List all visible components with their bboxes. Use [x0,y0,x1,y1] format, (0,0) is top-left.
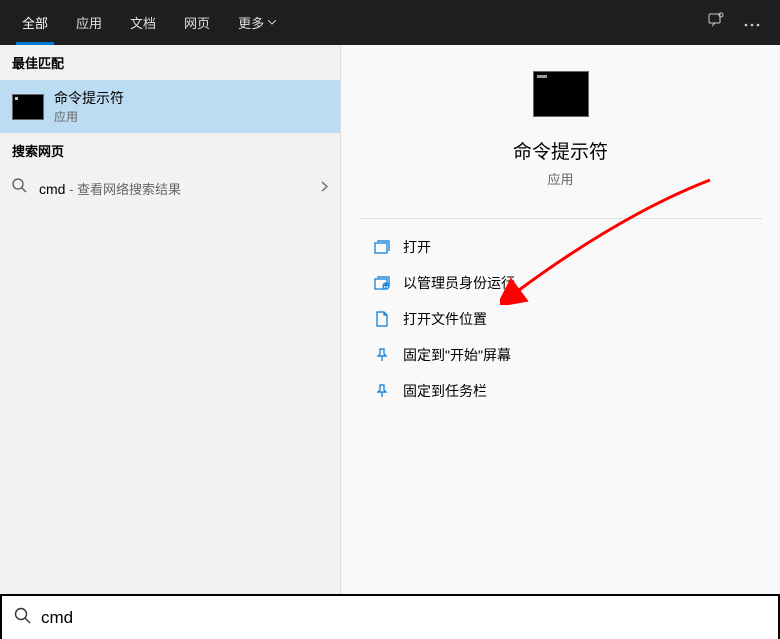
action-label: 固定到任务栏 [403,381,487,401]
open-icon [373,238,391,256]
chevron-down-icon [268,20,276,25]
tab-docs[interactable]: 文档 [116,0,170,45]
right-panel: 命令提示符 应用 打开 以管理员身份运行 打开文件位置 [341,45,780,594]
preview-title: 命令提示符 [513,137,608,164]
folder-icon [373,310,391,328]
action-open-location[interactable]: 打开文件位置 [367,301,754,337]
result-command-prompt[interactable]: 命令提示符 应用 [0,80,340,133]
divider [359,218,762,219]
action-label: 打开文件位置 [403,309,487,329]
result-text: 命令提示符 应用 [54,88,328,125]
left-panel: 最佳匹配 命令提示符 应用 搜索网页 cmd - 查看网络搜索结果 [0,45,341,594]
preview-cmd-icon [533,71,589,117]
search-icon [12,178,27,198]
tab-web[interactable]: 网页 [170,0,224,45]
search-icon [14,607,31,629]
tab-more[interactable]: 更多 [224,0,290,45]
preview-card: 命令提示符 应用 [359,69,762,188]
action-list: 打开 以管理员身份运行 打开文件位置 固定到"开始"屏幕 [359,229,762,409]
action-label: 打开 [403,237,431,257]
pin-taskbar-icon [373,382,391,400]
pin-icon [373,346,391,364]
feedback-icon[interactable] [708,12,724,33]
search-bar[interactable] [0,594,780,639]
best-match-header: 最佳匹配 [0,45,340,80]
header-bar: 全部 应用 文档 网页 更多 [0,0,780,45]
header-tabs: 全部 应用 文档 网页 更多 [8,0,290,45]
tab-all[interactable]: 全部 [8,0,62,45]
action-run-admin[interactable]: 以管理员身份运行 [367,265,754,301]
more-icon[interactable] [744,14,760,32]
web-query-text: cmd - 查看网络搜索结果 [39,179,181,198]
action-label: 固定到"开始"屏幕 [403,345,511,365]
web-search-item[interactable]: cmd - 查看网络搜索结果 [0,168,340,208]
action-pin-start[interactable]: 固定到"开始"屏幕 [367,337,754,373]
action-label: 以管理员身份运行 [403,273,515,293]
result-title: 命令提示符 [54,88,328,108]
cmd-icon [12,94,44,120]
header-actions [708,12,772,33]
web-search-header: 搜索网页 [0,133,340,168]
admin-icon [373,274,391,292]
tab-apps[interactable]: 应用 [62,0,116,45]
action-pin-taskbar[interactable]: 固定到任务栏 [367,373,754,409]
result-subtitle: 应用 [54,108,328,125]
search-input[interactable] [41,608,766,628]
action-open[interactable]: 打开 [367,229,754,265]
body-area: 最佳匹配 命令提示符 应用 搜索网页 cmd - 查看网络搜索结果 命令提示符 [0,45,780,594]
preview-subtitle: 应用 [547,169,573,188]
chevron-right-icon [321,179,328,197]
